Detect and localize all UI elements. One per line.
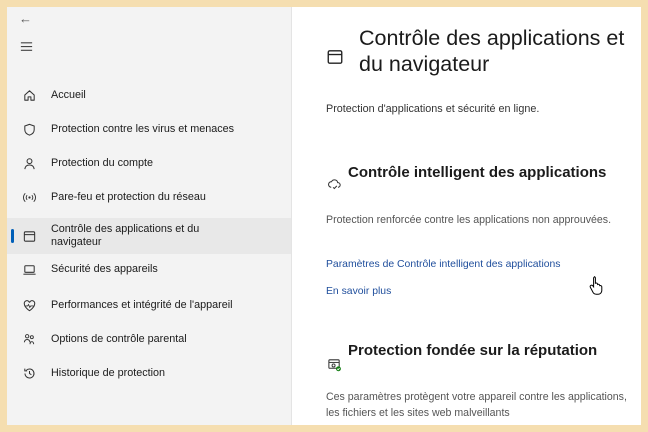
wifi-icon [21,189,37,205]
home-icon [21,87,37,103]
app-window: ← Accueil Protection contre les virus et… [7,7,641,425]
family-icon [21,331,37,347]
main-content: Contrôle des applications et du navigate… [291,7,641,425]
hamburger-icon[interactable] [18,38,34,54]
app-control-icon [326,176,342,192]
app-window-icon [21,228,37,244]
sidebar-item-label: Contrôle des applications et du navigate… [51,223,200,248]
smart-app-control-settings-link[interactable]: Paramètres de Contrôle intelligent des a… [326,259,561,270]
sidebar-item-label: Pare-feu et protection du réseau [51,190,206,203]
sidebar-item-protection-history[interactable]: Historique de protection [7,363,291,383]
heart-icon [21,297,37,313]
page-subtitle: Protection d'applications et sécurité en… [326,103,540,115]
sidebar-item-app-browser-control[interactable]: Contrôle des applications et du navigate… [7,218,291,254]
sidebar-item-label: Performances et intégrité de l'appareil [51,298,233,311]
page-title: Contrôle des applications et du navigate… [359,26,625,76]
sidebar-item-label: Historique de protection [51,366,166,379]
sidebar: ← Accueil Protection contre les virus et… [7,7,291,425]
reputation-protection-title: Protection fondée sur la réputation [348,342,598,359]
sidebar-item-device-performance[interactable]: Performances et intégrité de l'appareil [7,295,291,315]
sidebar-item-firewall[interactable]: Pare-feu et protection du réseau [7,187,291,207]
app-window-icon [326,48,344,66]
history-icon [21,365,37,381]
sidebar-item-account-protection[interactable]: Protection du compte [7,153,291,173]
smart-app-control-description: Protection renforcée contre les applicat… [326,214,612,226]
sidebar-item-accueil[interactable]: Accueil [7,85,291,105]
sidebar-item-parental-options[interactable]: Options de contrôle parental [7,329,291,349]
sidebar-item-label: Sécurité des appareils [51,262,158,275]
person-icon [21,155,37,171]
sidebar-item-virus-protection[interactable]: Protection contre les virus et menaces [7,119,291,139]
smart-app-control-title: Contrôle intelligent des applications [348,164,607,181]
sidebar-item-label: Protection contre les virus et menaces [51,122,235,135]
reputation-protection-icon [326,356,342,372]
shield-icon [21,121,37,137]
arrow-left-icon[interactable]: ← [19,11,32,26]
learn-more-link[interactable]: En savoir plus [326,286,391,297]
laptop-icon [21,261,37,277]
sidebar-item-device-security[interactable]: Sécurité des appareils [7,259,291,279]
sidebar-item-label: Protection du compte [51,156,154,169]
reputation-protection-description: Ces paramètres protègent votre appareil … [326,391,627,419]
sidebar-item-label: Accueil [51,88,86,101]
sidebar-item-label: Options de contrôle parental [51,332,187,345]
hand-pointer-icon [589,275,605,300]
